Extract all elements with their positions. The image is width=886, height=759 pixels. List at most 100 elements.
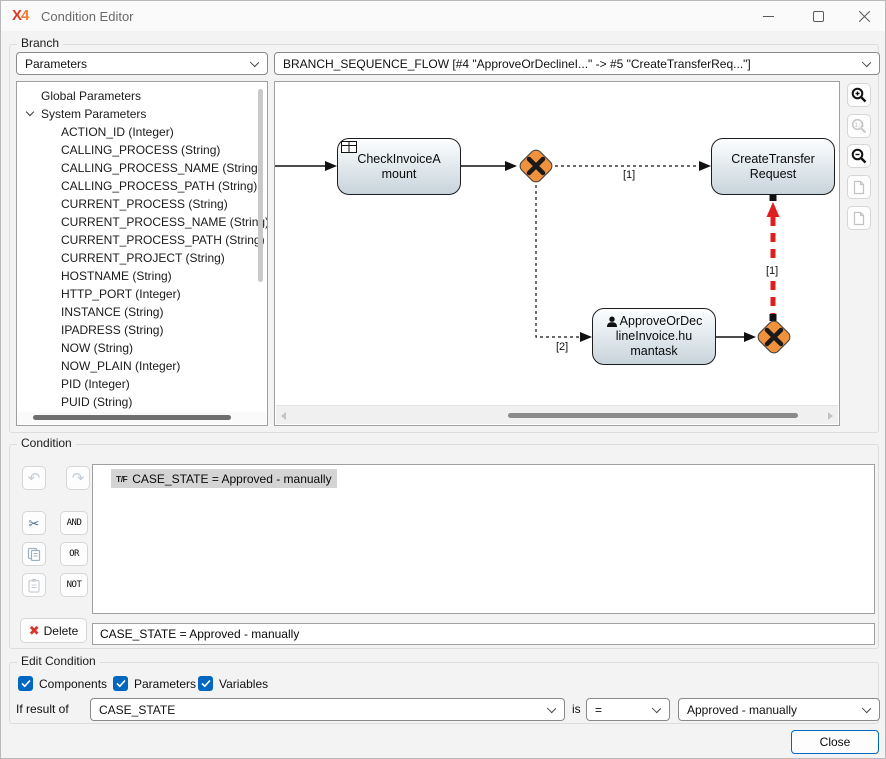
chevron-down-icon xyxy=(652,704,661,713)
tree-item[interactable]: CALLING_PROCESS (String) xyxy=(17,141,254,159)
maximize-icon xyxy=(813,11,824,22)
undo-button[interactable]: ↶ xyxy=(22,466,46,490)
condition-expression-field[interactable]: CASE_STATE = Approved - manually xyxy=(92,623,875,645)
minimize-button[interactable] xyxy=(745,1,791,31)
edge-label-2: [2] xyxy=(554,341,570,353)
value-select[interactable]: Approved - manually xyxy=(678,698,880,721)
zoom-out-icon xyxy=(851,148,867,164)
clipboard-icon xyxy=(27,578,41,593)
checkbox-checked-icon xyxy=(113,676,128,691)
maximize-button[interactable] xyxy=(795,1,841,31)
checkbox-components[interactable]: Components xyxy=(18,676,107,691)
tree-vertical-scrollbar[interactable] xyxy=(255,83,266,412)
zoom-in-button[interactable] xyxy=(847,83,871,107)
delete-x-icon: ✖ xyxy=(29,624,40,637)
window-title: Condition Editor xyxy=(41,9,134,24)
node-label-line: ApproveOrDec xyxy=(620,314,703,329)
gateway-xor-2[interactable] xyxy=(756,319,793,356)
tree-item-label: CURRENT_PROCESS_PATH (String) xyxy=(61,233,265,247)
chevron-down-icon xyxy=(250,58,259,67)
node-check-invoice-amount[interactable]: CheckInvoiceA mount xyxy=(337,138,461,195)
diagram-hscroll-thumb[interactable] xyxy=(508,413,798,418)
svg-text:1:1: 1:1 xyxy=(854,123,864,129)
scroll-right-icon[interactable] xyxy=(828,412,833,420)
tree-item[interactable]: CALLING_PROCESS_NAME (String) xyxy=(17,159,254,177)
page-icon xyxy=(852,180,866,195)
operand-select[interactable]: CASE_STATE xyxy=(90,698,565,721)
tree-item[interactable]: Global Parameters xyxy=(17,87,254,105)
tree-item-label: PID (Integer) xyxy=(61,377,130,391)
tree-vscroll-thumb[interactable] xyxy=(258,89,263,282)
page-icon xyxy=(852,211,866,226)
tree-item[interactable]: PUID (String) xyxy=(17,393,254,411)
gateway-xor-1[interactable] xyxy=(518,148,555,185)
tree-item[interactable]: CURRENT_PROCESS_NAME (String) xyxy=(17,213,254,231)
node-label-line: mantask xyxy=(630,344,677,359)
zoom-100-icon: 1:1 xyxy=(851,118,867,134)
node-label-line: Request xyxy=(750,167,797,182)
window-close-button[interactable] xyxy=(841,1,886,31)
tree-item-label: CALLING_PROCESS (String) xyxy=(61,143,220,157)
tree-item[interactable]: HTTP_PORT (Integer) xyxy=(17,285,254,303)
page-view-button[interactable] xyxy=(847,206,871,230)
edit-condition-group: Edit Condition Components Parameters Var… xyxy=(9,662,879,724)
redo-button[interactable]: ↷ xyxy=(66,466,90,490)
and-button[interactable]: AND xyxy=(60,511,88,535)
close-button-label: Close xyxy=(820,735,851,749)
zoom-100-button[interactable]: 1:1 xyxy=(847,114,871,138)
operator-select[interactable]: = xyxy=(586,698,670,721)
checkbox-parameters[interactable]: Parameters xyxy=(113,676,196,691)
or-button[interactable]: OR xyxy=(60,542,88,566)
tree-horizontal-scrollbar[interactable] xyxy=(18,412,266,424)
page-fit-button[interactable] xyxy=(847,175,871,199)
not-button[interactable]: NOT xyxy=(60,573,88,597)
checkbox-variables[interactable]: Variables xyxy=(198,676,268,691)
condition-group-label: Condition xyxy=(17,436,76,450)
edge-label-1: [1] xyxy=(621,169,637,181)
tree-item-label: CALLING_PROCESS_NAME (String) xyxy=(61,161,262,175)
diagram-horizontal-scrollbar[interactable] xyxy=(276,405,838,424)
paste-button[interactable] xyxy=(22,573,46,597)
tree-item[interactable]: NOW_PLAIN (Integer) xyxy=(17,357,254,375)
undo-icon: ↶ xyxy=(28,471,41,486)
tree-item[interactable]: System Parameters xyxy=(17,105,254,123)
chevron-down-icon xyxy=(862,58,871,67)
tree-item[interactable]: ACTION_ID (Integer) xyxy=(17,123,254,141)
node-create-transfer-request[interactable]: CreateTransfer Request xyxy=(711,138,835,195)
branch-flow-select[interactable]: BRANCH_SEQUENCE_FLOW [#4 "ApproveOrDecli… xyxy=(274,52,880,75)
node-label-line: CreateTransfer xyxy=(731,152,815,167)
branch-category-select[interactable]: Parameters xyxy=(16,52,268,75)
checkbox-label: Components xyxy=(39,677,107,691)
tree-item[interactable]: HOSTNAME (String) xyxy=(17,267,254,285)
cut-button[interactable]: ✂ xyxy=(22,511,46,535)
tree-item[interactable]: INSTANCE (String) xyxy=(17,303,254,321)
zoom-out-button[interactable] xyxy=(847,144,871,168)
checkbox-label: Parameters xyxy=(134,677,196,691)
branch-flow-value: BRANCH_SEQUENCE_FLOW [#4 "ApproveOrDecli… xyxy=(283,57,751,71)
tree-item[interactable]: PID (Integer) xyxy=(17,375,254,393)
person-icon xyxy=(606,316,618,328)
delete-label: Delete xyxy=(44,624,79,638)
tree-hscroll-thumb[interactable] xyxy=(33,415,231,420)
condition-list-item[interactable]: T/F CASE_STATE = Approved - manually xyxy=(111,469,337,488)
copy-icon xyxy=(27,547,41,561)
chevron-down-icon[interactable] xyxy=(26,108,34,116)
tree-item-label: System Parameters xyxy=(41,107,146,121)
tree-item[interactable]: CURRENT_PROJECT (String) xyxy=(17,249,254,267)
scroll-left-icon[interactable] xyxy=(281,412,286,420)
close-button[interactable]: Close xyxy=(791,730,879,754)
tree-item[interactable]: NOW (String) xyxy=(17,339,254,357)
flow-diagram-panel: CheckInvoiceA mount CreateTransfer Reque… xyxy=(274,81,840,426)
branch-group: Branch Parameters BRANCH_SEQUENCE_FLOW [… xyxy=(9,44,879,433)
branch-category-value: Parameters xyxy=(25,57,87,71)
tree-item[interactable]: CURRENT_PROCESS (String) xyxy=(17,195,254,213)
node-approve-or-decline-humantask[interactable]: ApproveOrDec lineInvoice.hu mantask xyxy=(592,308,716,365)
tree-item-label: ACTION_ID (Integer) xyxy=(61,125,174,139)
copy-button[interactable] xyxy=(22,542,46,566)
tree-item[interactable]: IPADRESS (String) xyxy=(17,321,254,339)
tree-item[interactable]: CALLING_PROCESS_PATH (String) xyxy=(17,177,254,195)
delete-button[interactable]: ✖ Delete xyxy=(20,618,87,643)
tree-item-label: HOSTNAME (String) xyxy=(61,269,172,283)
tree-item[interactable]: CURRENT_PROCESS_PATH (String) xyxy=(17,231,254,249)
condition-list[interactable]: T/F CASE_STATE = Approved - manually xyxy=(92,464,875,614)
